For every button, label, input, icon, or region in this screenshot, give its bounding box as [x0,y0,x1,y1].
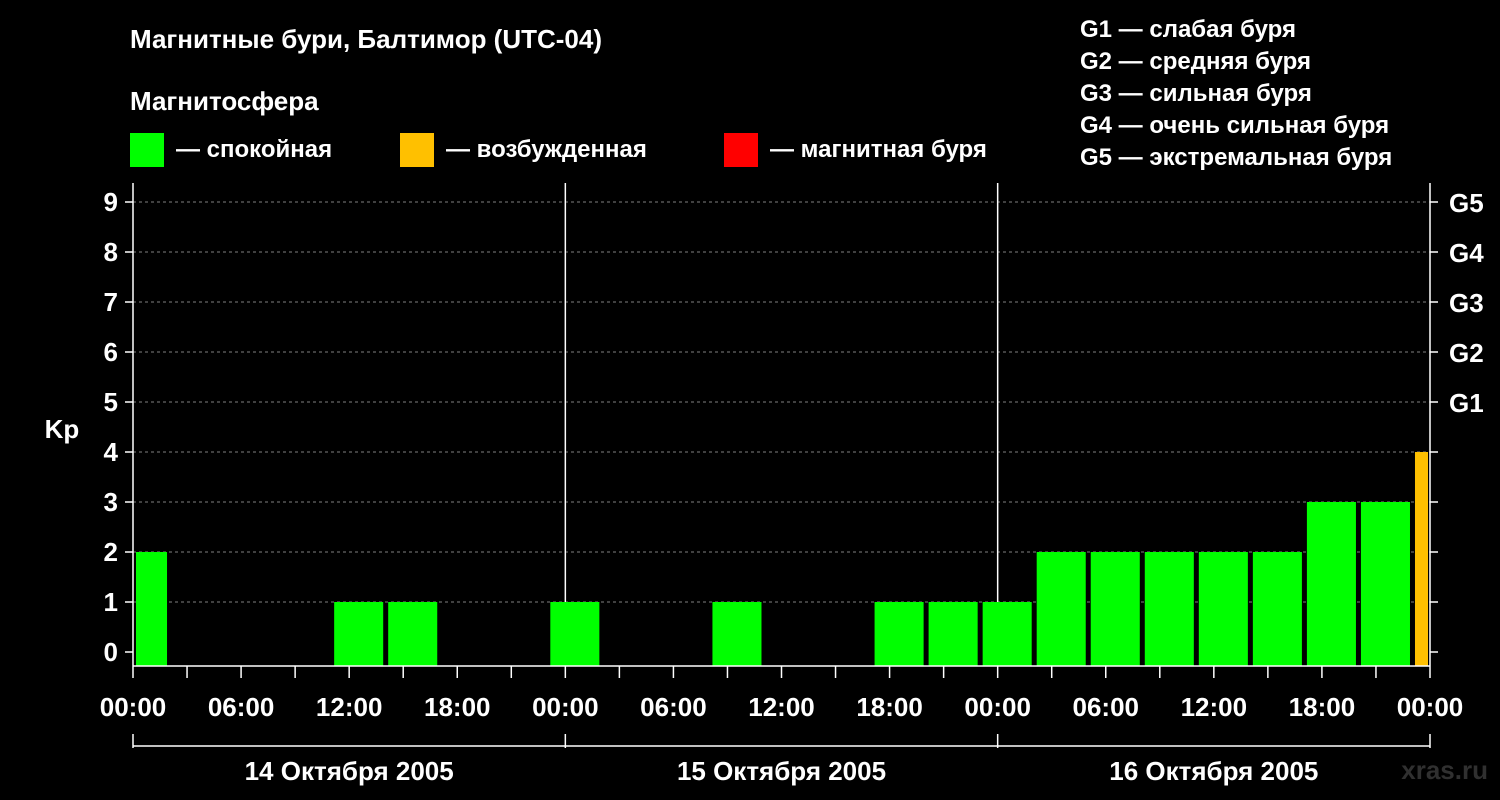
x-tick-label: 06:00 [208,692,275,722]
y-tick-label: 9 [104,187,118,217]
y-tick-label: 8 [104,237,118,267]
kp-bar [928,602,978,666]
y-tick-label: 0 [104,637,118,667]
g-level-label: G4 [1449,238,1484,268]
y-tick-label: 6 [104,337,118,367]
watermark: xras.ru [1401,755,1488,785]
y-tick-label: 5 [104,387,118,417]
x-tick-label: 00:00 [1397,692,1464,722]
x-tick-label: 18:00 [424,692,491,722]
x-tick-label: 00:00 [100,692,167,722]
kp-bar [1036,552,1086,666]
g-level-label: G3 [1449,288,1484,318]
x-tick-label: 12:00 [748,692,815,722]
kp-bar [1090,552,1140,666]
kp-bar [1252,552,1302,666]
kp-bar [982,602,1032,666]
y-tick-label: 4 [104,437,119,467]
kp-bar [1144,552,1194,666]
kp-bar [874,602,924,666]
kp-bar [1414,452,1428,666]
x-tick-label: 12:00 [316,692,383,722]
kp-bar [388,602,438,666]
y-axis-label: Kp [45,414,80,444]
kp-bar [550,602,600,666]
g-level-label: G1 [1449,388,1484,418]
day-label: 16 Октября 2005 [1109,756,1318,786]
y-tick-label: 7 [104,287,118,317]
day-label: 14 Октября 2005 [245,756,454,786]
kp-bar [1306,502,1356,666]
g-level-label: G5 [1449,188,1484,218]
day-label: 15 Октября 2005 [677,756,886,786]
y-tick-label: 1 [104,587,118,617]
kp-bar-chart: 0 1 2 3 4 5 6 7 8 9 G1 G2 G3 G4 G5 Kp 00:00 06:00 12:00 18:… [45,183,1484,786]
kp-bar [334,602,384,666]
kp-bar [1198,552,1248,666]
kp-bar [1360,502,1410,666]
x-tick-label: 06:00 [1073,692,1140,722]
x-tick-label: 18:00 [1289,692,1356,722]
g-level-label: G2 [1449,338,1484,368]
y-tick-label: 3 [104,487,118,517]
x-tick-label: 00:00 [964,692,1031,722]
x-tick-label: 06:00 [640,692,707,722]
x-tick-label: 18:00 [856,692,923,722]
kp-bar [136,552,168,666]
y-tick-label: 2 [104,537,118,567]
kp-bar [712,602,762,666]
x-tick-label: 00:00 [532,692,599,722]
x-tick-label: 12:00 [1181,692,1248,722]
